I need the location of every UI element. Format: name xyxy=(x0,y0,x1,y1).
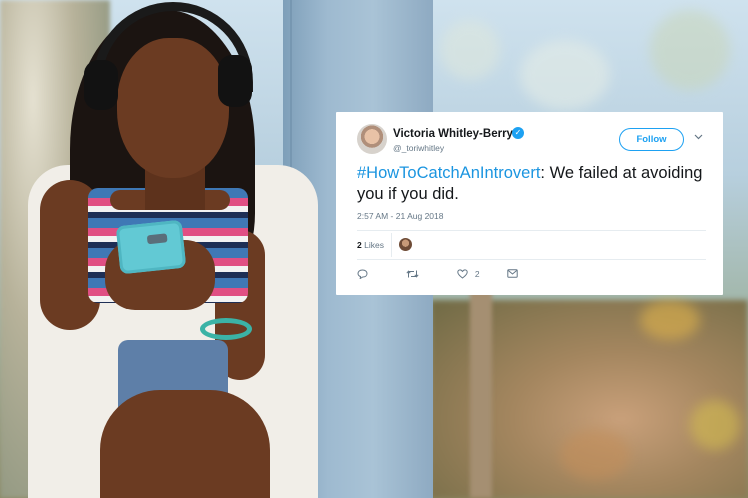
likes-count: 2 xyxy=(357,240,362,250)
chevron-down-icon[interactable] xyxy=(694,133,704,143)
verified-badge-icon: ✓ xyxy=(512,127,524,139)
direct-message-button[interactable] xyxy=(507,268,518,280)
follow-button[interactable]: Follow xyxy=(619,128,684,151)
like-count: 2 xyxy=(474,269,480,279)
tweet-timestamp[interactable]: 2:57 AM - 21 Aug 2018 xyxy=(357,211,443,221)
divider xyxy=(391,233,392,257)
divider xyxy=(357,259,706,260)
bokeh-yellow xyxy=(690,400,740,450)
envelope-icon xyxy=(507,269,518,279)
smartphone xyxy=(115,219,187,275)
retweet-button[interactable] xyxy=(406,268,419,280)
bokeh-light xyxy=(520,40,610,110)
legs xyxy=(100,390,270,498)
display-name[interactable]: Victoria Whitley-Berry xyxy=(393,128,513,140)
bracelet xyxy=(200,318,252,340)
user-avatar[interactable] xyxy=(357,124,387,154)
likes-summary[interactable]: 2 Likes xyxy=(357,240,384,250)
retweet-icon xyxy=(406,269,419,279)
bokeh-yellow xyxy=(640,300,700,340)
tweet-card: Victoria Whitley-Berry ✓ @_toriwhitley F… xyxy=(336,112,723,295)
reply-button[interactable] xyxy=(357,268,368,280)
like-button[interactable]: 2 xyxy=(457,268,480,280)
hashtag-link[interactable]: #HowToCatchAnIntrovert xyxy=(357,164,540,182)
bokeh-light xyxy=(440,20,500,80)
tweet-text: #HowToCatchAnIntrovert: We failed at avo… xyxy=(357,163,707,205)
heart-icon xyxy=(457,269,471,280)
tree-trunk xyxy=(470,290,492,498)
divider xyxy=(357,230,706,231)
headphone-right xyxy=(218,55,252,107)
bokeh-orange xyxy=(560,430,630,480)
liker-avatar[interactable] xyxy=(399,238,412,251)
headphone-left xyxy=(84,60,118,110)
bokeh-light xyxy=(650,10,730,90)
phone-camera xyxy=(146,233,168,245)
likes-word: Likes xyxy=(364,240,384,250)
reply-icon xyxy=(357,268,368,279)
user-handle[interactable]: @_toriwhitley xyxy=(393,143,444,153)
